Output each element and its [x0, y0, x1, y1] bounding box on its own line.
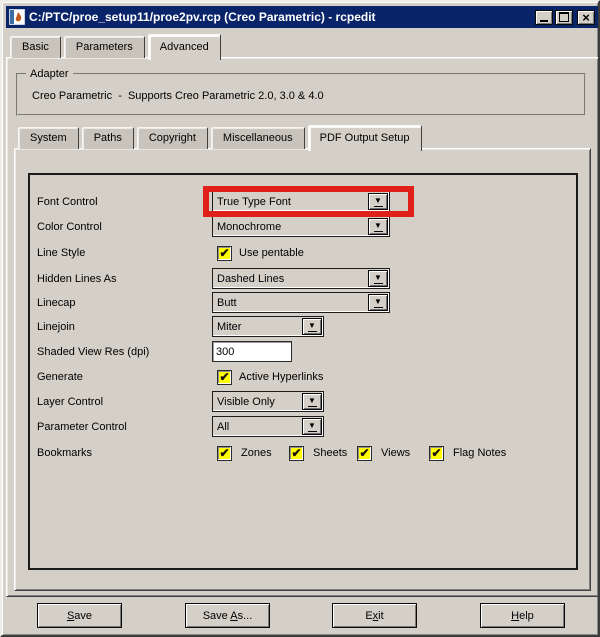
minimize-icon [540, 19, 548, 22]
parameter-control-dropdown[interactable]: All ▼ [212, 416, 324, 437]
hidden-lines-value: Dashed Lines [217, 272, 285, 285]
exit-button[interactable]: Exit [332, 603, 417, 628]
parameter-control-dropdown-button[interactable]: ▼ [302, 418, 322, 435]
chevron-down-icon: ▼ [308, 420, 316, 430]
linejoin-value: Miter [217, 320, 242, 333]
app-icon [9, 9, 25, 25]
color-control-label: Color Control [37, 221, 102, 233]
check-icon: ✔ [219, 246, 230, 260]
linejoin-label: Linejoin [37, 321, 75, 333]
chevron-down-icon: ▼ [374, 220, 382, 230]
close-button[interactable]: × [577, 9, 595, 25]
check-icon: ✔ [291, 446, 302, 460]
tab-system[interactable]: System [18, 127, 79, 149]
bookmarks-zones-checkbox[interactable]: ✔ [217, 446, 232, 461]
linejoin-dropdown[interactable]: Miter ▼ [212, 316, 324, 337]
sub-tab-strip: System Paths Copyright Miscellaneous PDF… [18, 123, 422, 151]
layer-control-dropdown-button[interactable]: ▼ [302, 393, 322, 410]
hidden-lines-label: Hidden Lines As [37, 273, 117, 285]
rcpedit-window: C:/PTC/proe_setup11/proe2pv.rcp (Creo Pa… [0, 0, 600, 637]
use-pentable-checkbox[interactable]: ✔ [217, 246, 232, 261]
check-icon: ✔ [359, 446, 370, 460]
tab-basic[interactable]: Basic [10, 36, 61, 58]
maximize-icon [559, 12, 569, 22]
font-control-dropdown[interactable]: True Type Font ▼ [212, 191, 390, 212]
bookmarks-views-checkbox[interactable]: ✔ [357, 446, 372, 461]
use-pentable-label: Use pentable [239, 247, 304, 259]
tab-advanced[interactable]: Advanced [147, 34, 221, 60]
minimize-button[interactable] [535, 9, 553, 25]
chevron-down-icon: ▼ [308, 320, 316, 330]
save-button[interactable]: Save [37, 603, 122, 628]
bookmarks-sheets-checkbox[interactable]: ✔ [289, 446, 304, 461]
chevron-down-icon: ▼ [374, 195, 382, 205]
color-control-value: Monochrome [217, 220, 282, 233]
linecap-value: Butt [217, 296, 237, 309]
main-tab-strip: Basic Parameters Advanced [10, 32, 221, 60]
linecap-dropdown-button[interactable]: ▼ [368, 294, 388, 311]
shaded-view-res-input[interactable] [212, 341, 292, 362]
layer-control-dropdown[interactable]: Visible Only ▼ [212, 391, 324, 412]
adapter-groupbox: Adapter Creo Parametric - Supports Creo … [16, 68, 586, 116]
linejoin-dropdown-button[interactable]: ▼ [302, 318, 322, 335]
layer-control-label: Layer Control [37, 396, 104, 408]
tab-miscellaneous[interactable]: Miscellaneous [210, 127, 305, 149]
bookmarks-label: Bookmarks [37, 447, 93, 459]
linecap-dropdown[interactable]: Butt ▼ [212, 292, 390, 313]
check-icon: ✔ [219, 446, 230, 460]
chevron-down-icon: ▼ [374, 272, 382, 282]
window-title: C:/PTC/proe_setup11/proe2pv.rcp (Creo Pa… [29, 10, 376, 24]
bookmarks-zones-label: Zones [241, 447, 272, 459]
hidden-lines-dropdown-button[interactable]: ▼ [368, 270, 388, 287]
color-control-dropdown[interactable]: Monochrome ▼ [212, 216, 390, 237]
close-icon: × [582, 9, 590, 25]
bookmarks-flag-notes-checkbox[interactable]: ✔ [429, 446, 444, 461]
check-icon: ✔ [219, 370, 230, 384]
tab-copyright[interactable]: Copyright [136, 127, 208, 149]
tab-parameters[interactable]: Parameters [63, 36, 145, 58]
bookmarks-flag-notes-label: Flag Notes [453, 447, 507, 459]
adapter-legend: Adapter [26, 68, 73, 80]
layer-control-value: Visible Only [217, 395, 275, 408]
shaded-view-res-label: Shaded View Res (dpi) [37, 346, 150, 358]
parameter-control-label: Parameter Control [37, 421, 127, 433]
help-button[interactable]: Help [480, 603, 565, 628]
font-control-value: True Type Font [217, 195, 291, 208]
bookmarks-views-label: Views [381, 447, 411, 459]
tab-paths[interactable]: Paths [81, 127, 134, 149]
chevron-down-icon: ▼ [308, 395, 316, 405]
save-as-button[interactable]: Save As... [185, 603, 270, 628]
adapter-description: Creo Parametric - Supports Creo Parametr… [32, 90, 324, 102]
title-bar: C:/PTC/proe_setup11/proe2pv.rcp (Creo Pa… [6, 6, 598, 28]
tab-pdf-output-setup[interactable]: PDF Output Setup [307, 125, 422, 151]
color-control-dropdown-button[interactable]: ▼ [368, 218, 388, 235]
line-style-label: Line Style [37, 247, 86, 259]
chevron-down-icon: ▼ [374, 296, 382, 306]
check-icon: ✔ [431, 446, 442, 460]
font-control-label: Font Control [37, 196, 98, 208]
maximize-button[interactable] [555, 9, 573, 25]
parameter-control-value: All [217, 420, 230, 433]
active-hyperlinks-label: Active Hyperlinks [239, 371, 324, 383]
hidden-lines-dropdown[interactable]: Dashed Lines ▼ [212, 268, 390, 289]
generate-label: Generate [37, 371, 83, 383]
linecap-label: Linecap [37, 297, 76, 309]
font-control-dropdown-button[interactable]: ▼ [368, 193, 388, 210]
bookmarks-sheets-label: Sheets [313, 447, 348, 459]
active-hyperlinks-checkbox[interactable]: ✔ [217, 370, 232, 385]
